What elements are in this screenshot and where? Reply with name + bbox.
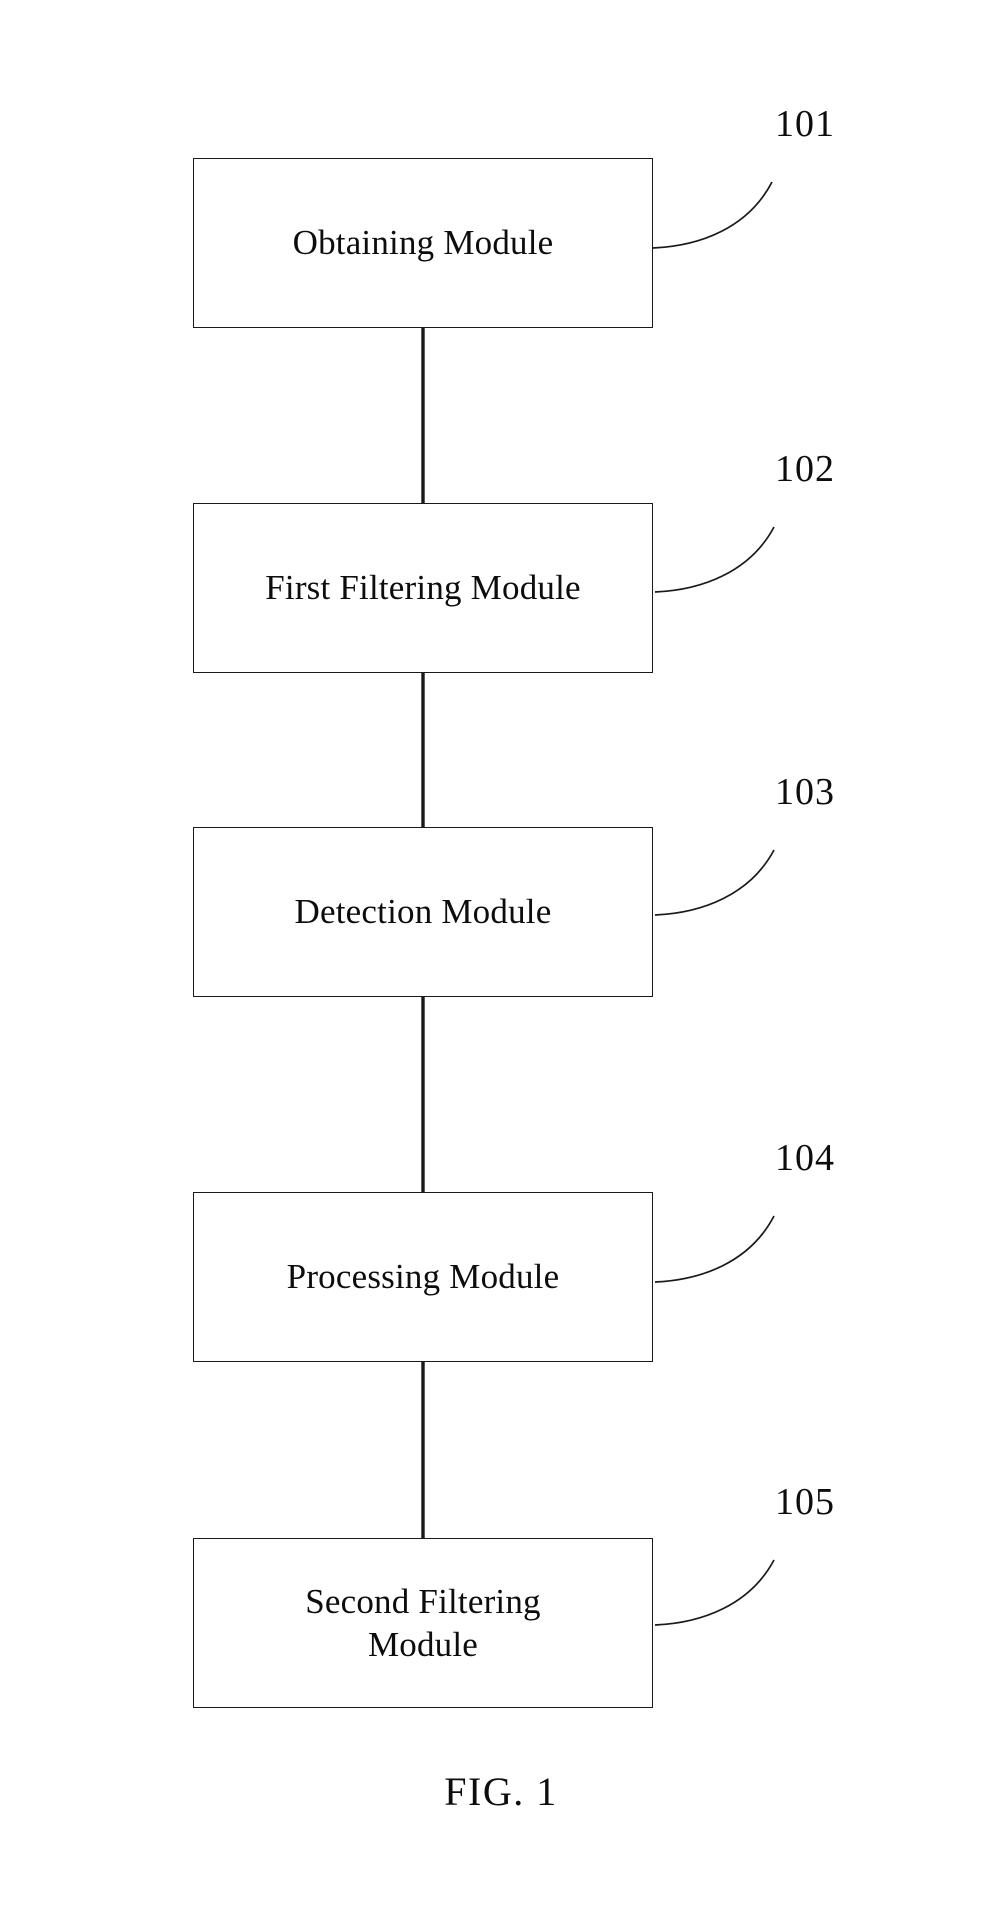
block-first-filtering-module: First Filtering Module xyxy=(193,503,653,673)
figure-caption: FIG. 1 xyxy=(444,1769,558,1814)
leader-line-102 xyxy=(654,526,775,593)
reference-numeral-102: 102 xyxy=(775,448,835,490)
figure-canvas: Obtaining Module 101 First Filtering Mod… xyxy=(0,0,1002,1915)
reference-numeral-104: 104 xyxy=(775,1137,835,1179)
block-label: Detection Module xyxy=(294,892,552,932)
block-label: Second Filtering Module xyxy=(305,1581,541,1664)
reference-numeral-101: 101 xyxy=(775,103,835,145)
block-label: Processing Module xyxy=(286,1257,560,1297)
reference-numeral-103: 103 xyxy=(775,771,835,813)
block-obtaining-module: Obtaining Module xyxy=(193,158,653,328)
leader-line-105 xyxy=(654,1559,775,1626)
block-detection-module: Detection Module xyxy=(193,827,653,997)
block-label: First Filtering Module xyxy=(265,568,581,608)
block-label: Obtaining Module xyxy=(292,223,554,263)
block-second-filtering-module: Second Filtering Module xyxy=(193,1538,653,1708)
leader-line-101 xyxy=(652,181,773,249)
reference-numeral-105: 105 xyxy=(775,1481,835,1523)
leader-line-104 xyxy=(654,1215,775,1283)
block-processing-module: Processing Module xyxy=(193,1192,653,1362)
leader-line-103 xyxy=(654,849,775,916)
